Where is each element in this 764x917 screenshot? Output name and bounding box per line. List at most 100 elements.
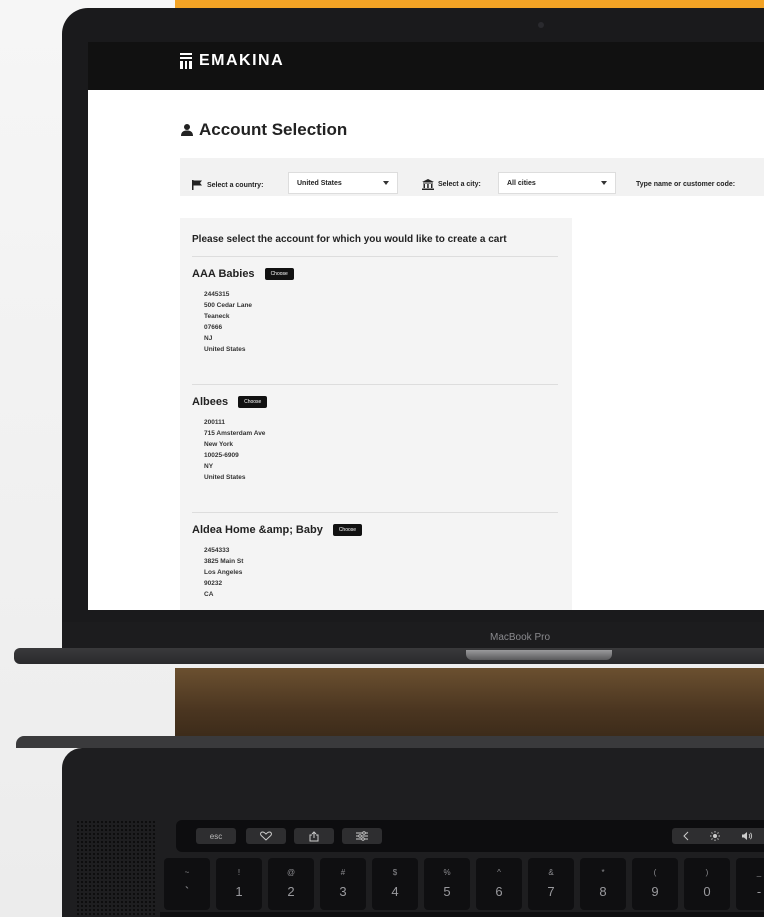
- device-label: MacBook Pro: [490, 632, 551, 643]
- country-select[interactable]: United States: [288, 172, 398, 194]
- account-card: Aldea Home &amp; Baby Choose 2454333 382…: [192, 524, 560, 600]
- key-label: `: [184, 884, 190, 899]
- account-name: AAA Babies: [192, 268, 255, 280]
- key-shift-label: *: [601, 868, 605, 877]
- divider: [192, 256, 558, 257]
- key-label: 2: [287, 884, 295, 899]
- account-prompt: Please select the account for which you …: [192, 234, 507, 245]
- flag-icon: [192, 180, 202, 190]
- search-label: Type name or customer code:: [636, 181, 736, 188]
- touchbar-settings-key[interactable]: [342, 828, 382, 844]
- keyboard-key[interactable]: @2: [268, 858, 314, 910]
- keyboard-key[interactable]: ~ `: [164, 858, 210, 910]
- page-title: Account Selection: [180, 120, 347, 140]
- keyboard-key[interactable]: % 5: [424, 858, 470, 910]
- account-code: 2445315: [204, 291, 230, 298]
- city-select[interactable]: All cities: [498, 172, 616, 194]
- choose-button[interactable]: Choose: [332, 524, 363, 536]
- key-shift-label: #: [340, 868, 346, 877]
- account-address: 2445315 500 Cedar Lane Teaneck 07666 NJ …: [204, 289, 560, 355]
- key-shift-label: %: [443, 868, 451, 877]
- account-city: Los Angeles: [204, 569, 243, 576]
- account-address: 2454333 3825 Main St Los Angeles 90232 C…: [204, 545, 560, 600]
- touchbar-share-key[interactable]: [294, 828, 334, 844]
- key-shift-label: ^: [497, 868, 501, 877]
- screen: Account Selection Select a country: Unit…: [88, 90, 764, 610]
- account-street: 715 Amsterdam Ave: [204, 430, 266, 437]
- key-label: 0: [703, 884, 711, 899]
- volume-icon[interactable]: [741, 831, 753, 841]
- account-state: NY: [204, 463, 214, 470]
- country-label: Select a country:: [207, 181, 264, 189]
- key-label: 5: [443, 884, 451, 899]
- account-city: New York: [204, 441, 234, 448]
- key-label: 6: [495, 884, 503, 899]
- laptop-base-edge: [14, 648, 764, 664]
- country-select-value: United States: [297, 179, 342, 187]
- key-shift-label: (: [653, 868, 657, 877]
- choose-button[interactable]: Choose: [264, 268, 294, 280]
- touchbar-control-strip[interactable]: [672, 828, 764, 844]
- next-key-row: [160, 912, 764, 917]
- screen-bezel-bottom: [62, 622, 764, 650]
- key-label: 1: [235, 884, 243, 899]
- key-shift-label: $: [392, 868, 398, 877]
- key-label: -: [756, 884, 762, 899]
- keyboard-key[interactable]: & 7: [528, 858, 574, 910]
- country-filter-label: Select a country:: [192, 180, 263, 190]
- keyboard-key[interactable]: (9: [632, 858, 678, 910]
- account-code: 2454333: [204, 547, 230, 554]
- account-name: Albees: [192, 396, 229, 408]
- brand-name: EMAKINA: [199, 52, 285, 69]
- page-title-text: Account Selection: [199, 120, 348, 139]
- share-icon: [309, 830, 319, 841]
- key-label: 4: [391, 884, 399, 899]
- account-card: Albees Choose 200111 715 Amsterdam Ave N…: [192, 396, 560, 483]
- speaker-grille: [76, 820, 156, 917]
- key-shift-label: !: [237, 868, 241, 877]
- keyboard-key[interactable]: ^ 6: [476, 858, 522, 910]
- chevron-left-icon[interactable]: [682, 831, 689, 841]
- touchbar-favorite-key[interactable]: [246, 828, 286, 844]
- sliders-icon: [356, 831, 368, 841]
- camera: [538, 22, 544, 28]
- keyboard-key[interactable]: * 8: [580, 858, 626, 910]
- account-name: Aldea Home &amp; Baby: [192, 524, 323, 536]
- divider: [192, 512, 558, 513]
- key-shift-label: ~: [184, 868, 190, 877]
- search-filter-label: Type name or customer code:: [636, 181, 735, 188]
- key-label: 3: [339, 884, 347, 899]
- key-label: 9: [651, 884, 659, 899]
- keyboard-key[interactable]: $4: [372, 858, 418, 910]
- brightness-icon[interactable]: [709, 831, 720, 841]
- account-zip: 90232: [204, 580, 223, 587]
- key-shift-label: ): [705, 868, 709, 877]
- keyboard-deck-edge: [16, 736, 764, 748]
- lid-notch: [466, 650, 612, 660]
- touchbar-esc-key[interactable]: esc: [196, 828, 236, 844]
- account-code: 200111: [204, 419, 225, 426]
- account-state: CA: [204, 591, 214, 598]
- city-label: Select a city:: [438, 181, 481, 188]
- keyboard-key[interactable]: ) 0: [684, 858, 730, 910]
- caret-down-icon: [601, 181, 607, 185]
- account-city: Teaneck: [204, 313, 230, 320]
- keyboard-key[interactable]: _ -: [736, 858, 764, 910]
- city-select-value: All cities: [507, 179, 536, 187]
- city-filter-label: Select a city:: [422, 179, 481, 190]
- account-zip: 10025-6909: [204, 452, 239, 459]
- choose-button[interactable]: Choose: [238, 396, 268, 408]
- wood-table: [175, 668, 764, 740]
- account-zip: 07666: [204, 324, 223, 331]
- emakina-logo-icon: [180, 53, 193, 69]
- filter-bar: [180, 158, 764, 196]
- bank-icon: [422, 179, 434, 190]
- key-shift-label: _: [756, 868, 762, 877]
- site-header: EMAKINA: [88, 42, 764, 90]
- key-shift-label: &: [548, 868, 554, 877]
- account-street: 3825 Main St: [204, 558, 244, 565]
- brand-logo[interactable]: EMAKINA: [180, 52, 284, 70]
- account-street: 500 Cedar Lane: [204, 302, 253, 309]
- keyboard-key[interactable]: ! 1: [216, 858, 262, 910]
- keyboard-key[interactable]: #3: [320, 858, 366, 910]
